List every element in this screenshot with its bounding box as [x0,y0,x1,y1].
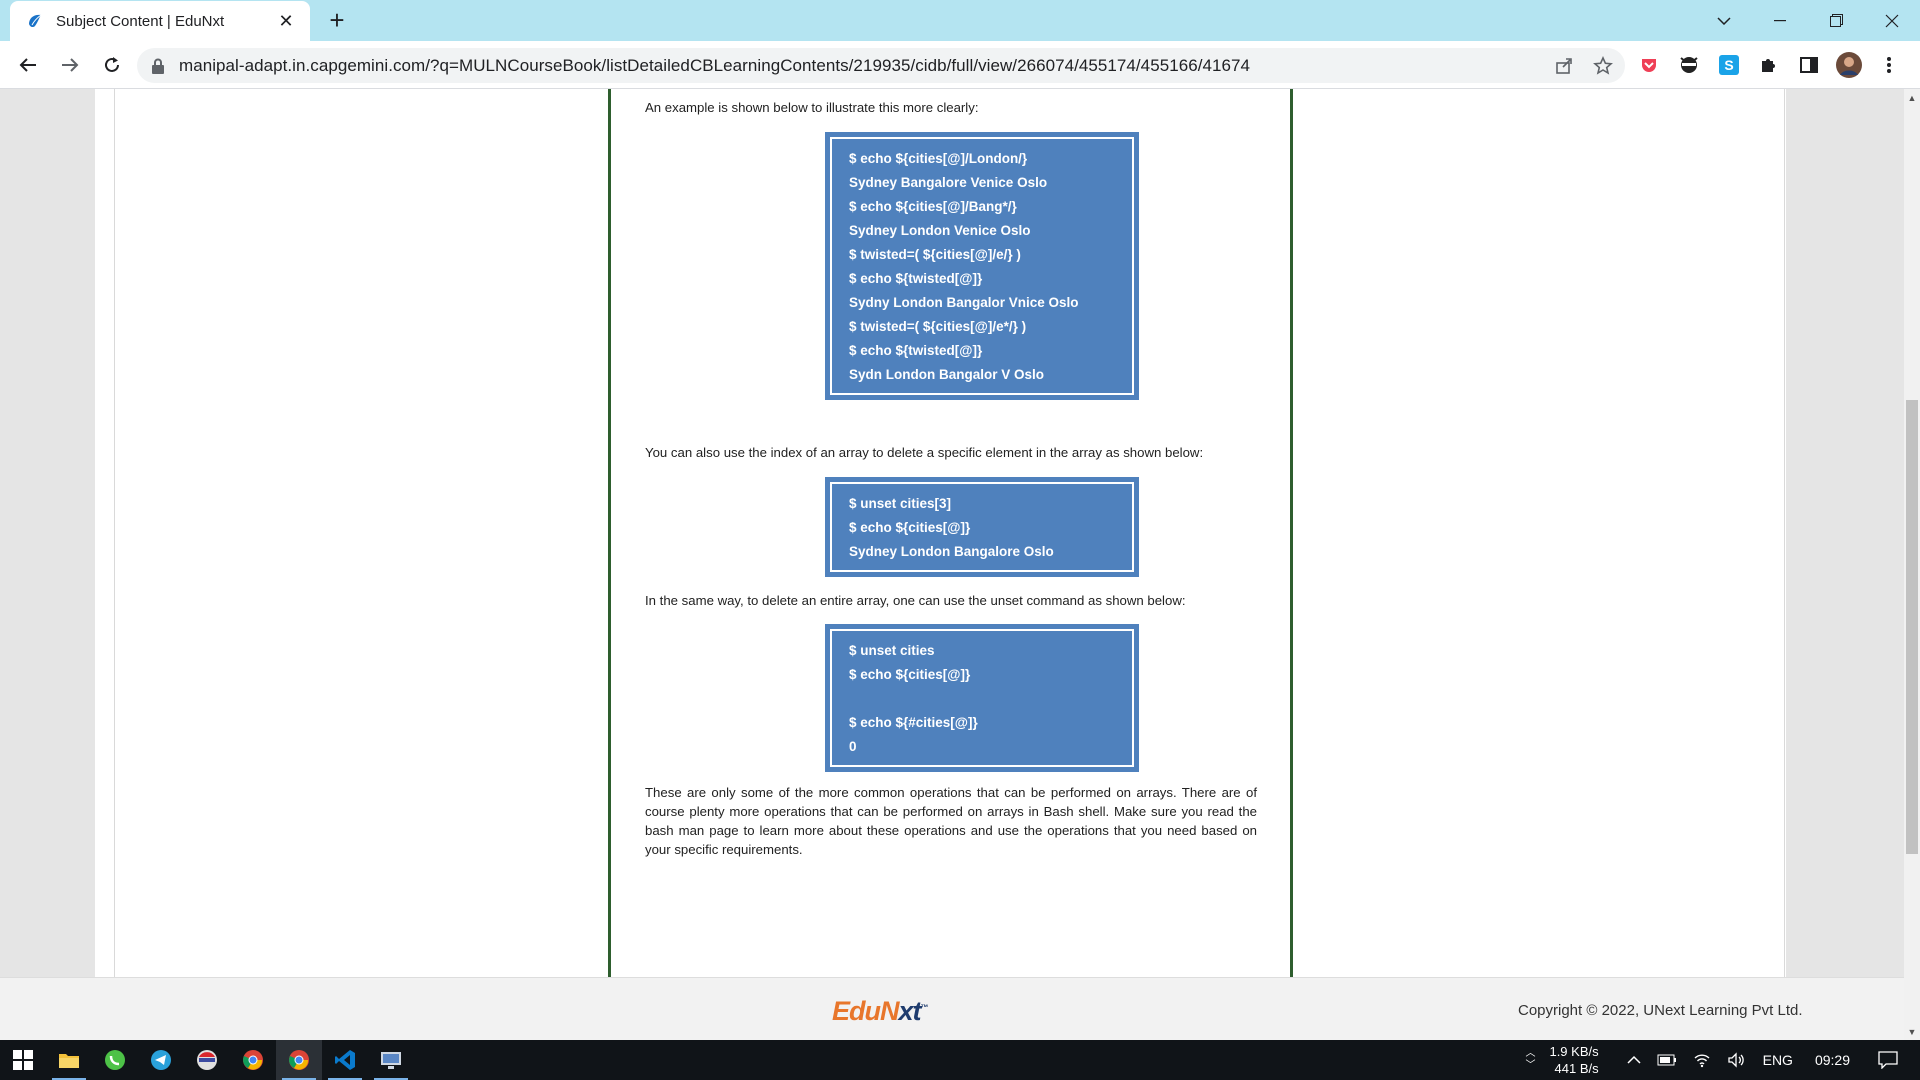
show-hidden-icons-icon[interactable] [1627,1055,1641,1065]
browser-toolbar: manipal-adapt.in.capgemini.com/?q=MULNCo… [0,41,1920,89]
restore-icon[interactable] [1808,0,1864,41]
clock[interactable]: 09:29 [1815,1052,1850,1068]
frame-divider-left [114,89,115,977]
index-paragraph: You can also use the index of an array t… [645,445,1204,460]
code-line: $ twisted=( ${cities[@]/e/} ) [849,247,1021,262]
reload-icon[interactable] [96,49,128,81]
code-line: $ twisted=( ${cities[@]/e*/} ) [849,319,1027,334]
code-line: Sydney Bangalore Venice Oslo [849,175,1048,190]
browser-titlebar: Subject Content | EduNxt ✕ + [0,0,1920,41]
code-line: $ echo ${twisted[@]} [849,271,983,286]
window-controls [1696,0,1920,41]
code-line: $ unset cities [849,643,935,658]
tab-search-icon[interactable] [1696,0,1752,41]
battery-icon[interactable] [1657,1054,1677,1066]
left-gutter [0,89,95,977]
intro-paragraph: An example is shown below to illustrate … [645,100,979,115]
frame-divider-right [1784,89,1785,977]
tab-title: Subject Content | EduNxt [56,12,225,30]
code-line: $ echo ${cities[@]/London/} [849,151,1028,166]
extensions-area: S [1636,49,1902,81]
back-arrow-icon[interactable] [12,49,44,81]
whatsapp-icon[interactable] [92,1040,138,1080]
net-down-speed: 441 B/s [1554,1061,1599,1076]
language-indicator[interactable]: ENG [1763,1052,1793,1068]
s-extension-icon[interactable]: S [1716,52,1742,78]
code-line: Sydney London Bangalore Oslo [849,544,1054,559]
net-up-speed: 1.9 KB/s [1549,1044,1599,1059]
tab-close-icon[interactable]: ✕ [276,11,296,31]
pocket-extension-icon[interactable] [1636,52,1662,78]
code-block-3: $ unset cities $ echo ${cities[@]} $ ech… [825,624,1139,772]
code-line: $ echo ${cities[@]/Bang*/} [849,199,1017,214]
edunxt-favicon-icon [29,14,42,28]
code-line: Sydny London Bangalor Vnice Oslo [849,295,1079,310]
vscode-icon[interactable] [322,1040,368,1080]
remote-desktop-icon[interactable] [368,1040,414,1080]
code-line: $ echo ${cities[@]} [849,520,971,535]
address-bar[interactable]: manipal-adapt.in.capgemini.com/?q=MULNCo… [137,48,1625,83]
code-block-2: $ unset cities[3] $ echo ${cities[@]} Sy… [825,477,1139,577]
minimize-icon[interactable] [1752,0,1808,41]
share-icon[interactable] [1555,57,1573,75]
page-viewport: An example is shown below to illustrate … [0,89,1904,1040]
copyright-text: Copyright © 2022, UNext Learning Pvt Ltd… [1518,1002,1803,1019]
lock-icon[interactable] [151,58,165,74]
scroll-thumb[interactable] [1906,400,1918,854]
chrome-profile-icon[interactable] [276,1040,322,1080]
browser-tab[interactable]: Subject Content | EduNxt ✕ [10,1,310,41]
windows-taskbar: ︿ ﹀ 1.9 KB/s 441 B/s ENG 09:29 [0,1040,1920,1080]
logo-xt-text: xt [898,996,922,1026]
page-footer: EduNxt™ Copyright © 2022, UNext Learning… [0,977,1904,1040]
file-explorer-icon[interactable] [46,1040,92,1080]
new-tab-icon[interactable]: + [323,5,351,35]
network-speed: 1.9 KB/s 441 B/s [1549,1043,1598,1077]
code-line: 0 [849,739,857,754]
closing-paragraph: These are only some of the more common o… [645,785,1257,857]
profile-avatar[interactable] [1836,52,1862,78]
logo-edun-text: EduN [832,996,899,1026]
svg-text:S: S [1724,57,1733,73]
forward-arrow-icon[interactable] [54,49,86,81]
app-circle-icon[interactable] [184,1040,230,1080]
code-block-1: $ echo ${cities[@]/London/} Sydney Banga… [825,132,1139,400]
code-line: $ echo ${#cities[@]} [849,715,978,730]
window-close-icon[interactable] [1864,0,1920,41]
chrome-icon[interactable] [230,1040,276,1080]
side-panel-icon[interactable] [1796,52,1822,78]
url-text[interactable]: manipal-adapt.in.capgemini.com/?q=MULNCo… [179,56,1250,76]
system-tray: ︿ ﹀ 1.9 KB/s 441 B/s ENG 09:29 [1517,1040,1920,1080]
tray-chevron-icon[interactable]: ︿ ﹀ [1525,1048,1535,1072]
wifi-icon[interactable] [1693,1052,1711,1068]
right-gutter [1786,89,1904,977]
logo-trademark: ™ [920,1003,929,1012]
volume-icon[interactable] [1727,1052,1745,1068]
unset-paragraph: In the same way, to delete an entire arr… [645,593,1186,608]
ninja-extension-icon[interactable] [1676,52,1702,78]
bookmark-star-icon[interactable] [1593,55,1613,76]
page-scrollbar[interactable]: ▲ ▼ [1904,89,1920,1040]
code-line: $ echo ${twisted[@]} [849,343,983,358]
code-line: Sydney London Venice Oslo [849,223,1031,238]
scroll-up-arrow-icon[interactable]: ▲ [1904,89,1920,106]
menu-kebab-icon[interactable] [1876,52,1902,78]
telegram-icon[interactable] [138,1040,184,1080]
code-line: $ echo ${cities[@]} [849,667,971,682]
extensions-puzzle-icon[interactable] [1756,52,1782,78]
notifications-icon[interactable] [1878,1051,1898,1069]
code-line: Sydn London Bangalor V Oslo [849,367,1045,382]
windows-start-icon[interactable] [0,1040,46,1080]
code-line: $ unset cities[3] [849,496,952,511]
edunxt-logo[interactable]: EduNxt™ [832,996,929,1027]
scroll-down-arrow-icon[interactable]: ▼ [1904,1023,1920,1040]
